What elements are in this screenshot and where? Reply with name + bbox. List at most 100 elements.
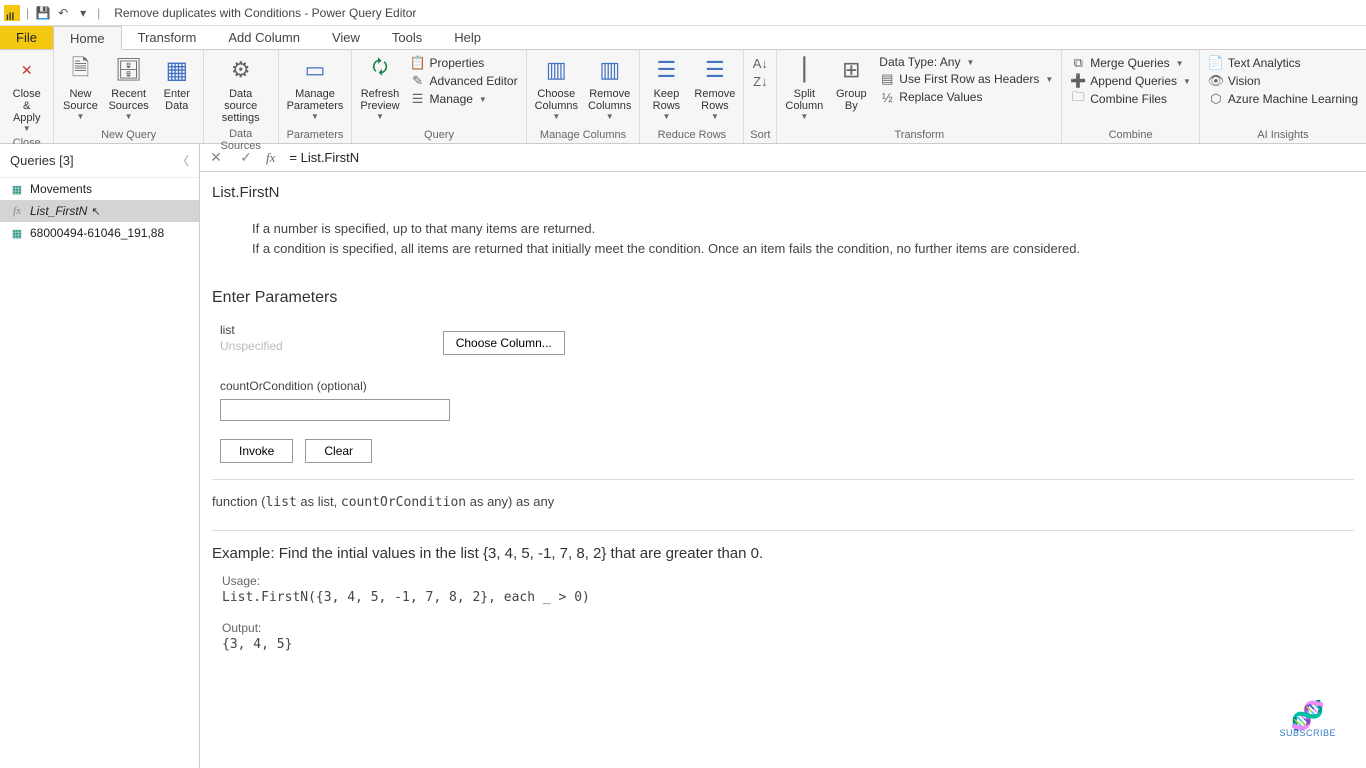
recent-sources-label: Recent Sources: [108, 88, 148, 112]
tab-help[interactable]: Help: [438, 26, 497, 49]
data-type-button[interactable]: Data Type: Any ▼: [875, 54, 1057, 70]
param-list-row: list Unspecified Choose Column...: [212, 317, 1354, 355]
properties-label: Properties: [430, 56, 485, 70]
gear-icon: [225, 54, 257, 86]
main-panel: ✕ ✓ fx List.FirstN If a number is specif…: [200, 144, 1366, 768]
advanced-editor-button[interactable]: Advanced Editor: [406, 72, 522, 90]
clear-button[interactable]: Clear: [305, 439, 372, 463]
group-by-button[interactable]: Group By: [829, 52, 873, 114]
query-item-list-firstn[interactable]: fx List_FirstN ↖: [0, 200, 199, 222]
tab-home[interactable]: Home: [53, 26, 122, 50]
query-item-68000494[interactable]: ▦ 68000494-61046_191,88: [0, 222, 199, 244]
divider: [212, 530, 1354, 531]
manage-button[interactable]: Manage▼: [406, 90, 522, 108]
choose-column-button[interactable]: Choose Column...: [443, 331, 565, 355]
ribbon-group-data-sources: Data source settings Data Sources: [204, 50, 279, 143]
choose-columns-label: Choose Columns: [535, 88, 578, 112]
doc-title: List.FirstN: [212, 184, 1354, 201]
append-queries-button[interactable]: Append Queries▼: [1066, 72, 1195, 90]
tab-transform[interactable]: Transform: [122, 26, 213, 49]
remove-rows-button[interactable]: Remove Rows ▼: [690, 52, 739, 123]
vision-button[interactable]: Vision: [1204, 72, 1362, 90]
desc-line2: If a condition is specified, all items a…: [252, 239, 1354, 259]
separator: |: [26, 6, 29, 20]
undo-icon[interactable]: [55, 5, 71, 21]
group-label-sort: Sort: [748, 127, 772, 143]
ribbon: Close & Apply ▼ Close New Source ▼ Recen…: [0, 50, 1366, 144]
save-icon[interactable]: [35, 5, 51, 21]
cancel-formula-icon[interactable]: ✕: [206, 148, 226, 168]
chevron-down-icon: ▼: [1183, 77, 1191, 86]
refresh-preview-label: Refresh Preview: [360, 88, 399, 112]
output-code: {3, 4, 5}: [222, 637, 1354, 652]
commit-formula-icon[interactable]: ✓: [236, 148, 256, 168]
azure-ml-button[interactable]: Azure Machine Learning: [1204, 90, 1362, 108]
queries-pane: Queries [3] 〈 ▦ Movements fx List_FirstN…: [0, 144, 200, 768]
chevron-down-icon: ▼: [606, 112, 614, 121]
fx-icon[interactable]: fx: [266, 150, 275, 166]
usage-code: List.FirstN({3, 4, 5, -1, 7, 8, 2}, each…: [222, 590, 1354, 605]
keep-rows-button[interactable]: Keep Rows ▼: [644, 52, 688, 123]
data-source-settings-button[interactable]: Data source settings: [208, 52, 274, 126]
text-analytics-button[interactable]: Text Analytics: [1204, 54, 1362, 72]
refresh-preview-button[interactable]: Refresh Preview ▼: [356, 52, 403, 123]
remove-columns-button[interactable]: Remove Columns ▼: [584, 52, 635, 123]
sort-desc-button[interactable]: Z↓: [748, 72, 772, 90]
subscribe-label: SUBSCRIBE: [1279, 728, 1336, 738]
chevron-down-icon: ▼: [966, 58, 974, 67]
keep-rows-icon: [650, 54, 682, 86]
split-column-button[interactable]: Split Column ▼: [781, 52, 827, 123]
merge-icon: [1070, 55, 1086, 71]
tab-add-column[interactable]: Add Column: [212, 26, 316, 49]
chevron-down-icon: ▼: [711, 112, 719, 121]
sig-suffix: as any) as any: [466, 494, 554, 509]
text-analytics-label: Text Analytics: [1228, 56, 1301, 70]
ribbon-group-parameters: Manage Parameters ▼ Parameters: [279, 50, 353, 143]
properties-button[interactable]: Properties: [406, 54, 522, 72]
new-source-button[interactable]: New Source ▼: [58, 52, 102, 123]
first-row-headers-button[interactable]: Use First Row as Headers▼: [875, 70, 1057, 88]
query-label: Movements: [30, 182, 92, 196]
query-item-movements[interactable]: ▦ Movements: [0, 178, 199, 200]
advanced-editor-icon: [410, 73, 426, 89]
group-label-reduce-rows: Reduce Rows: [644, 127, 739, 143]
ribbon-group-close: Close & Apply ▼ Close: [0, 50, 54, 143]
tab-view[interactable]: View: [316, 26, 376, 49]
tab-file[interactable]: File: [0, 26, 53, 49]
azure-ml-icon: [1208, 91, 1224, 107]
combine-files-button[interactable]: Combine Files: [1066, 90, 1195, 108]
enter-parameters-heading: Enter Parameters: [212, 289, 1354, 307]
merge-queries-button[interactable]: Merge Queries▼: [1066, 54, 1195, 72]
invoke-button[interactable]: Invoke: [220, 439, 293, 463]
ribbon-group-query: Refresh Preview ▼ Properties Advanced Ed…: [352, 50, 526, 143]
tab-tools[interactable]: Tools: [376, 26, 438, 49]
group-label-new-query: New Query: [58, 127, 198, 143]
data-type-label: Data Type: Any: [879, 55, 960, 69]
chevron-down-icon: ▼: [1045, 75, 1053, 84]
recent-sources-button[interactable]: Recent Sources ▼: [104, 52, 152, 123]
manage-label: Manage: [430, 92, 473, 106]
subscribe-badge: 🧬 SUBSCRIBE: [1279, 704, 1336, 738]
usage-label: Usage:: [222, 574, 1354, 588]
ribbon-tabs: File Home Transform Add Column View Tool…: [0, 26, 1366, 50]
chevron-down-icon: ▼: [800, 112, 808, 121]
remove-columns-icon: [594, 54, 626, 86]
collapse-pane-icon[interactable]: 〈: [177, 152, 189, 169]
split-column-label: Split Column: [785, 88, 823, 112]
enter-data-label: Enter Data: [164, 88, 190, 112]
title-bar: | ▾ | Remove duplicates with Conditions …: [0, 0, 1366, 26]
sort-asc-button[interactable]: A↓: [748, 54, 772, 72]
ribbon-group-new-query: New Source ▼ Recent Sources ▼ Enter Data…: [54, 50, 203, 143]
replace-values-button[interactable]: Replace Values: [875, 88, 1057, 106]
count-or-condition-input[interactable]: [220, 399, 450, 421]
close-apply-button[interactable]: Close & Apply ▼: [4, 52, 49, 135]
qat-dropdown-icon[interactable]: ▾: [75, 5, 91, 21]
content-area: Queries [3] 〈 ▦ Movements fx List_FirstN…: [0, 144, 1366, 768]
choose-columns-button[interactable]: Choose Columns ▼: [531, 52, 582, 123]
new-source-label: New Source: [63, 88, 98, 112]
manage-parameters-button[interactable]: Manage Parameters ▼: [283, 52, 348, 123]
desc-line1: If a number is specified, up to that man…: [252, 219, 1354, 239]
formula-input[interactable]: [285, 148, 1360, 167]
enter-data-button[interactable]: Enter Data: [155, 52, 199, 114]
sig-prefix: function (: [212, 494, 265, 509]
